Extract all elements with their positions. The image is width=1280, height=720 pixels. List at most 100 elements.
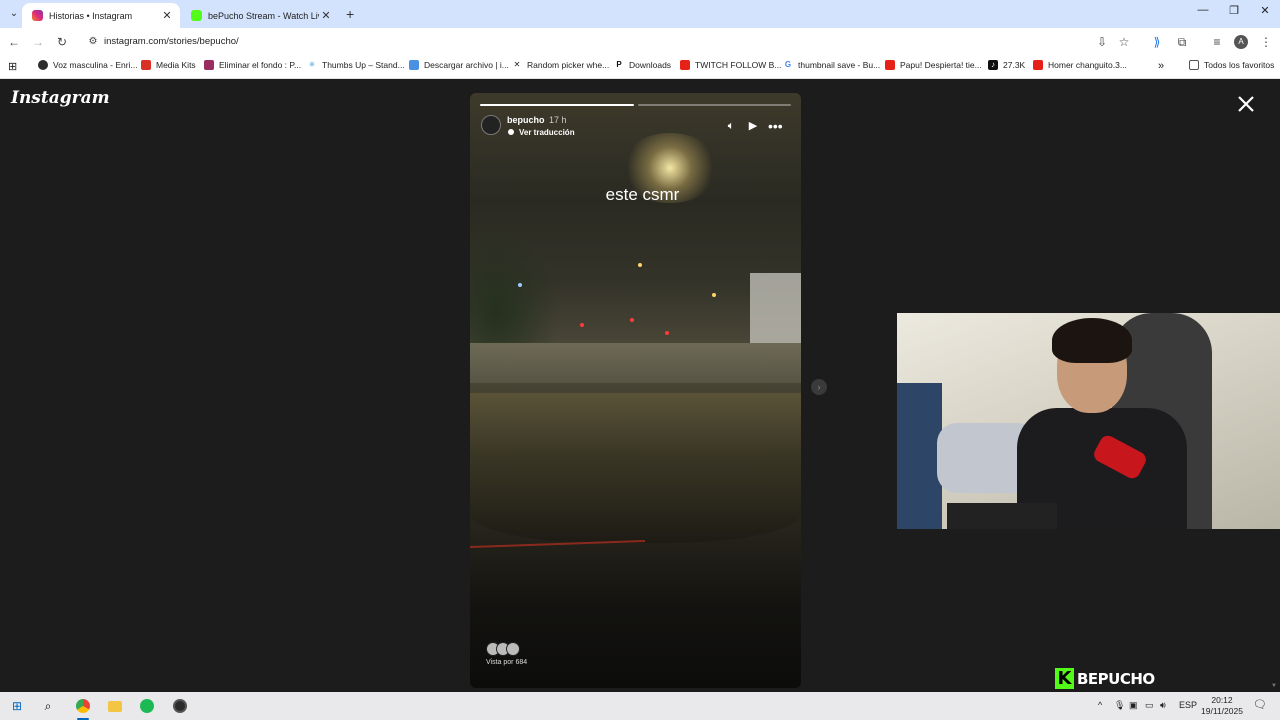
minimize-icon[interactable]: —: [1188, 4, 1218, 16]
bookmark-item[interactable]: Gthumbnail save - Bu...: [783, 60, 880, 70]
install-app-icon[interactable]: ⇩: [1094, 34, 1110, 50]
clock-date: 19/11/2025: [1201, 706, 1243, 716]
volume-icon[interactable]: 🔈︎: [724, 119, 738, 133]
all-bookmarks-button[interactable]: Todos los favoritos: [1189, 60, 1274, 70]
site-info-icon[interactable]: ⚙: [86, 35, 100, 49]
picker-icon: ✕: [513, 60, 521, 69]
youtube-icon: [1033, 60, 1043, 70]
forward-icon[interactable]: →: [30, 34, 46, 50]
story-username[interactable]: bepucho: [507, 115, 545, 125]
webcam-person-hair: [1052, 318, 1132, 363]
extensions-puzzle-icon[interactable]: ⧉: [1174, 34, 1190, 50]
media-controls-icon[interactable]: ≡: [1209, 34, 1225, 50]
more-bookmarks-icon[interactable]: »: [1158, 60, 1164, 72]
story-light: [712, 293, 716, 297]
youtube-icon: [885, 60, 895, 70]
story-progress-segment: [480, 104, 634, 106]
story-road: [470, 343, 801, 383]
viewer-avatars[interactable]: [486, 642, 526, 656]
story-card[interactable]: bepucho 17 h Ver traducción 🔈︎ ▶ ••• est…: [470, 93, 801, 688]
url-text[interactable]: instagram.com/stories/bepucho/: [104, 36, 239, 47]
bookmark-item[interactable]: ✕ Random picker whe...: [512, 60, 610, 70]
menu-kebab-icon[interactable]: ⋮: [1258, 34, 1274, 50]
taskbar-clock[interactable]: 20:12 19/11/2025: [1198, 695, 1246, 717]
instagram-icon: [32, 10, 43, 21]
tab-strip: ⌄ Historias • Instagram ✕ bePucho Stream…: [0, 0, 1280, 28]
webcam-monitor: [897, 383, 942, 529]
bookmark-item[interactable]: ♪ 27.3K: [988, 60, 1025, 70]
tray-overflow-icon[interactable]: ^: [1098, 700, 1102, 710]
clock-time: 20:12: [1211, 695, 1233, 705]
bookmarks-bar: ⊞ Voz masculina - Enri... Media Kits Eli…: [0, 55, 1280, 79]
bookmark-item[interactable]: Papu! Despierta! tie...: [885, 60, 982, 70]
reload-icon[interactable]: ↻: [54, 34, 70, 50]
story-light: [665, 331, 669, 335]
p-icon: P: [616, 60, 622, 69]
see-translation-link[interactable]: Ver traducción: [519, 128, 575, 137]
profile-avatar[interactable]: A: [1234, 35, 1248, 49]
spotify-icon[interactable]: [138, 697, 156, 715]
new-tab-button[interactable]: +: [346, 6, 354, 22]
back-icon[interactable]: ←: [6, 34, 22, 50]
language-indicator[interactable]: ESP: [1179, 700, 1197, 710]
kick-icon: [191, 10, 202, 21]
bookmark-item[interactable]: ✳ Thumbs Up – Stand...: [307, 60, 405, 70]
avatar[interactable]: [481, 115, 501, 135]
bookmark-item[interactable]: P Downloads: [614, 60, 671, 70]
browser-toolbar: ← → ↻ ⚙ instagram.com/stories/bepucho/ ⇩…: [0, 28, 1280, 55]
play-icon[interactable]: ▶: [746, 119, 760, 133]
close-window-icon[interactable]: ✕: [1250, 4, 1280, 17]
microphone-tray-icon[interactable]: 🎙︎: [1114, 700, 1125, 711]
file-explorer-icon[interactable]: [106, 697, 124, 715]
photopea-icon: [204, 60, 214, 70]
bookmark-item[interactable]: Media Kits: [141, 60, 196, 70]
notifications-icon[interactable]: 🗨︎: [1253, 698, 1267, 711]
search-icon[interactable]: ⌕: [39, 697, 57, 715]
story-progress: [480, 104, 791, 106]
viewed-by-count[interactable]: Vista por 684: [486, 659, 527, 666]
chrome-icon[interactable]: [74, 697, 92, 720]
more-options-icon[interactable]: •••: [768, 119, 783, 133]
car-dashboard: [470, 393, 801, 543]
stream-channel-name: BEPUCHO: [1077, 669, 1155, 688]
bookmark-star-icon[interactable]: ☆: [1116, 34, 1132, 50]
bookmark-item[interactable]: Eliminar el fondo : P...: [204, 60, 301, 70]
obs-icon[interactable]: [171, 697, 189, 715]
folder-icon: [1189, 60, 1199, 70]
story-light: [518, 283, 522, 287]
bookmark-item[interactable]: Homer changuito.3...: [1033, 60, 1127, 70]
youtube-icon: [680, 60, 690, 70]
story-light: [580, 323, 584, 327]
address-bar[interactable]: ⚙ instagram.com/stories/bepucho/: [80, 31, 1140, 53]
avatar: [506, 642, 520, 656]
restore-icon[interactable]: ❐: [1219, 4, 1249, 17]
story-timestamp: 17 h: [549, 115, 567, 125]
google-icon: G: [784, 60, 792, 69]
tab-instagram[interactable]: Historias • Instagram ✕: [22, 3, 180, 28]
close-icon[interactable]: [1236, 94, 1256, 114]
tray-app-icon[interactable]: ▣: [1129, 700, 1138, 711]
tab-search-icon[interactable]: ⌄: [6, 6, 22, 22]
network-icon[interactable]: ▭: [1145, 700, 1154, 711]
kick-logo-icon: K: [1055, 668, 1074, 689]
volume-tray-icon[interactable]: 🔊︎: [1160, 700, 1166, 711]
gmail-icon: [141, 60, 151, 70]
bookmark-item[interactable]: Descargar archivo | i...: [409, 60, 509, 70]
apps-grid-icon[interactable]: ⊞: [8, 60, 17, 73]
scroll-down-icon[interactable]: ▼: [1271, 683, 1277, 689]
extension-icon[interactable]: ⟫: [1149, 34, 1165, 50]
bookmark-item[interactable]: TWITCH FOLLOW B...: [680, 60, 781, 70]
close-tab-icon[interactable]: ✕: [160, 9, 174, 22]
bookmark-item[interactable]: Voz masculina - Enri...: [38, 60, 138, 70]
close-tab-icon[interactable]: ✕: [319, 9, 333, 22]
translate-icon: [508, 129, 514, 135]
story-caption: este csmr: [605, 185, 680, 204]
next-story-icon[interactable]: ›: [811, 379, 827, 395]
windows-start-icon[interactable]: ⊞: [8, 697, 26, 715]
webcam-keyboard: [947, 503, 1057, 529]
story-light: [638, 263, 642, 267]
tab-kick[interactable]: bePucho Stream - Watch Live on Kick ✕: [181, 3, 339, 28]
story-building: [750, 273, 801, 353]
star-bookmark-icon: ✳: [308, 60, 316, 69]
instagram-logo[interactable]: Instagram: [11, 88, 110, 108]
